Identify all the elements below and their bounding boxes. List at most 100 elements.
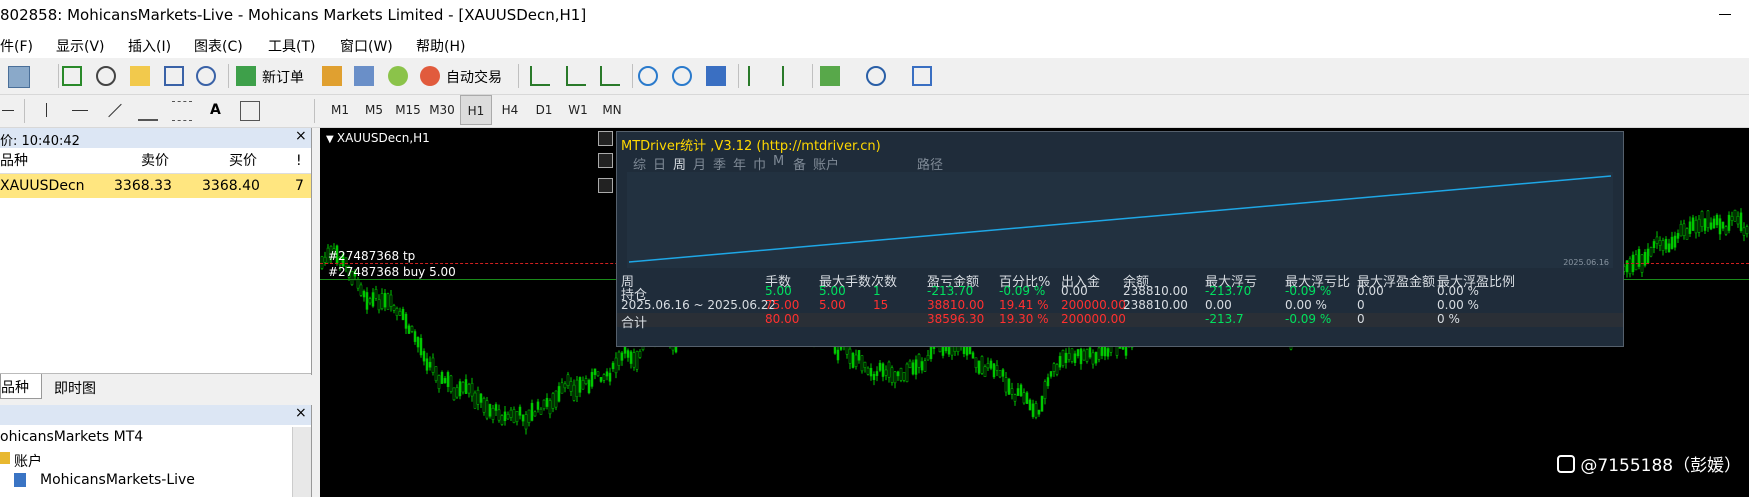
tab-account[interactable]: 账户 bbox=[813, 154, 839, 173]
panel-refresh-icon[interactable] bbox=[598, 153, 613, 168]
timeframe-h4[interactable]: H4 bbox=[494, 95, 526, 125]
auto-trading-button[interactable]: 自动交易 bbox=[446, 67, 502, 87]
candle-body bbox=[410, 326, 414, 332]
auto-trading-icon[interactable] bbox=[420, 66, 440, 86]
col-extra[interactable]: ! bbox=[296, 149, 302, 173]
bar-chart-icon[interactable] bbox=[530, 66, 550, 86]
timeframe-w1[interactable]: W1 bbox=[562, 95, 594, 125]
candle-body bbox=[911, 362, 915, 375]
table-row[interactable]: 持仓 5.00 5.00 1 -213.70 -0.09 % 0.00 2388… bbox=[617, 284, 1623, 303]
line-chart-icon[interactable] bbox=[600, 66, 620, 86]
equity-curve-svg bbox=[628, 175, 1612, 263]
tab-year[interactable]: 年 bbox=[733, 154, 746, 173]
profiles-icon[interactable] bbox=[8, 66, 30, 88]
market-watch-icon[interactable] bbox=[62, 66, 82, 86]
zoom-out-icon[interactable] bbox=[672, 66, 692, 86]
candle-body bbox=[1736, 216, 1740, 225]
tab-all[interactable]: 综 bbox=[633, 154, 646, 173]
candle-body bbox=[860, 355, 864, 372]
timeframe-h1[interactable]: H1 bbox=[460, 95, 492, 125]
strategy-tester-icon[interactable] bbox=[196, 66, 216, 86]
navigator-scrollbar[interactable] bbox=[292, 427, 311, 497]
horizontal-line-icon[interactable] bbox=[72, 110, 88, 111]
row-max-fp: 0 bbox=[1357, 312, 1365, 326]
candle-body bbox=[1055, 364, 1059, 375]
timeframe-m30[interactable]: M30 bbox=[426, 95, 458, 125]
menu-view[interactable]: 显示(V) bbox=[56, 36, 105, 56]
zoom-in-icon[interactable] bbox=[638, 66, 658, 86]
row-symbol: XAUUSDecn bbox=[0, 178, 85, 194]
navigator-close-icon[interactable]: × bbox=[295, 405, 307, 421]
templates-icon[interactable] bbox=[912, 66, 932, 86]
menu-chart[interactable]: 图表(C) bbox=[194, 36, 243, 56]
text-label-icon[interactable] bbox=[240, 101, 260, 121]
tab-tick-chart[interactable]: 即时图 bbox=[54, 378, 96, 398]
candle-body bbox=[611, 362, 615, 370]
menu-file[interactable]: 件(F) bbox=[0, 36, 33, 56]
new-order-icon[interactable] bbox=[236, 66, 256, 86]
col-symbol[interactable]: 品种 bbox=[0, 149, 28, 173]
market-watch-close-icon[interactable]: × bbox=[295, 128, 307, 144]
new-order-button[interactable]: 新订单 bbox=[262, 67, 304, 87]
navigator-icon[interactable] bbox=[130, 66, 150, 86]
table-row[interactable]: 合计 80.00 38596.30 19.30 % 200000.00 -213… bbox=[617, 312, 1623, 331]
candle-body bbox=[569, 381, 573, 392]
indicators-icon[interactable] bbox=[820, 66, 840, 86]
candle-body bbox=[887, 361, 891, 378]
candle-body bbox=[893, 371, 897, 384]
watermark-text: @7155188（彭媛） bbox=[1580, 456, 1742, 476]
table-row[interactable]: 2025.06.16 ~ 2025.06.22 75.00 5.00 15 38… bbox=[617, 298, 1623, 312]
timeframe-d1[interactable]: D1 bbox=[528, 95, 560, 125]
timeframe-m5[interactable]: M5 bbox=[358, 95, 390, 125]
metaeditor-icon[interactable] bbox=[322, 66, 342, 86]
candle-body bbox=[494, 404, 498, 411]
tab-symbols[interactable]: 品种 bbox=[0, 374, 42, 399]
timeframe-m15[interactable]: M15 bbox=[392, 95, 424, 125]
menu-insert[interactable]: 插入(I) bbox=[128, 36, 171, 56]
auto-scroll-icon[interactable] bbox=[782, 66, 802, 86]
crosshair-tool-icon[interactable] bbox=[2, 110, 14, 111]
tab-day[interactable]: 日 bbox=[653, 154, 666, 173]
tile-windows-icon[interactable] bbox=[706, 66, 726, 86]
minimize-icon[interactable] bbox=[1719, 14, 1731, 15]
tab-magic[interactable]: M bbox=[773, 154, 784, 169]
panel-min-icon[interactable] bbox=[598, 131, 613, 146]
candlestick-icon[interactable] bbox=[566, 66, 586, 86]
tab-note[interactable]: 备 bbox=[793, 154, 806, 173]
candle-body bbox=[1097, 347, 1101, 360]
market-icon[interactable] bbox=[388, 66, 408, 86]
panel-expand-icon[interactable] bbox=[598, 178, 613, 193]
menu-help[interactable]: 帮助(H) bbox=[416, 36, 465, 56]
fibonacci-icon[interactable] bbox=[172, 101, 192, 121]
navigator-item-root[interactable]: ohicansMarkets MT4 bbox=[0, 429, 143, 445]
tab-symbol[interactable]: 巾 bbox=[753, 154, 766, 173]
vertical-line-icon[interactable] bbox=[46, 103, 47, 117]
candle-body bbox=[1085, 349, 1089, 362]
navigator-item-server[interactable]: MohicansMarkets-Live bbox=[40, 472, 195, 488]
timeframe-m1[interactable]: M1 bbox=[324, 95, 356, 125]
col-ask[interactable]: 买价 bbox=[229, 149, 257, 173]
channel-icon[interactable] bbox=[138, 101, 158, 121]
candle-body bbox=[554, 390, 558, 408]
trendline-icon[interactable] bbox=[108, 103, 122, 118]
timeframe-mn[interactable]: MN bbox=[596, 95, 628, 125]
row-label: 合计 bbox=[621, 316, 648, 331]
arrows-icon[interactable] bbox=[274, 101, 294, 121]
col-bid[interactable]: 卖价 bbox=[141, 149, 169, 173]
terminal-icon[interactable] bbox=[164, 66, 184, 86]
navigator-item-accounts[interactable]: 账户 bbox=[14, 451, 42, 471]
candle-body bbox=[377, 299, 381, 311]
menu-tools[interactable]: 工具(T) bbox=[268, 36, 315, 56]
table-row[interactable]: XAUUSDecn 3368.33 3368.40 7 bbox=[0, 174, 311, 198]
tab-path[interactable]: 路径 bbox=[917, 154, 943, 173]
tab-quarter[interactable]: 季 bbox=[713, 154, 726, 173]
tab-month[interactable]: 月 bbox=[693, 154, 706, 173]
menu-window[interactable]: 窗口(W) bbox=[340, 36, 393, 56]
periods-icon[interactable] bbox=[866, 66, 886, 86]
candle-body bbox=[446, 372, 450, 387]
tab-week[interactable]: 周 bbox=[673, 154, 686, 173]
signals-icon[interactable] bbox=[354, 66, 374, 86]
text-tool-icon[interactable]: A bbox=[210, 102, 221, 118]
crosshair-icon[interactable] bbox=[96, 66, 116, 86]
chart-shift-icon[interactable] bbox=[748, 66, 768, 86]
